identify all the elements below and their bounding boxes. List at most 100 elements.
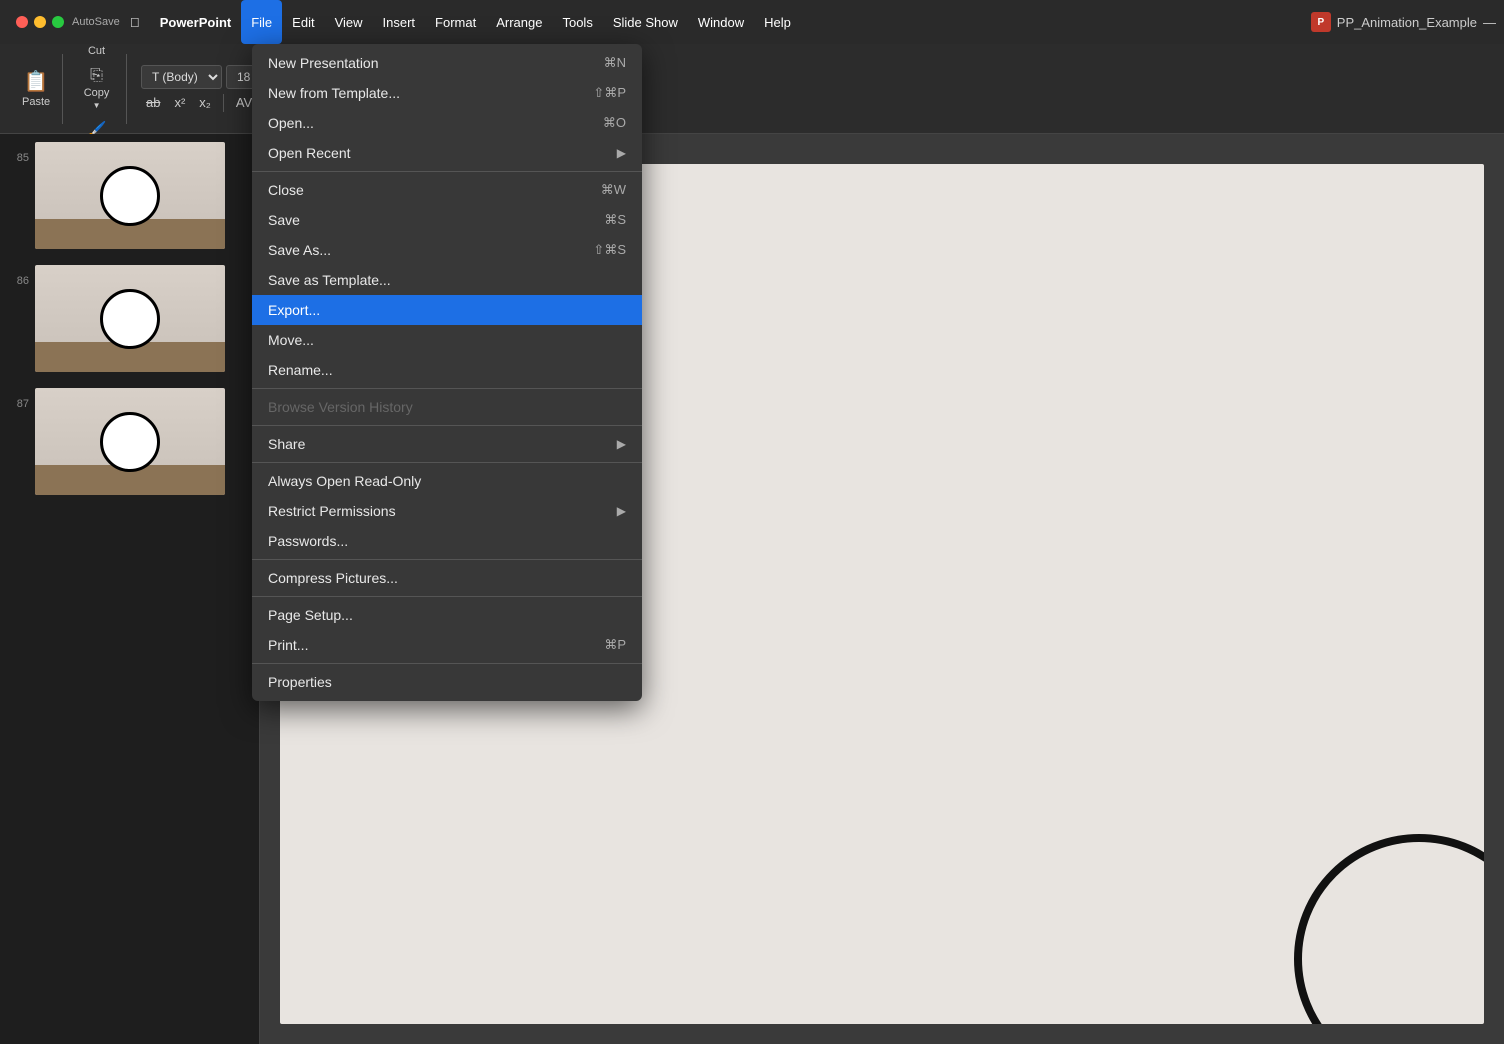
menu-item-page-setup[interactable]: Page Setup... [252, 600, 642, 630]
slide-circle-86 [100, 289, 160, 349]
slide-item-87[interactable]: 87 [0, 380, 259, 503]
canvas-circle [1294, 834, 1484, 1024]
slide-thumb-inner-86 [35, 265, 225, 372]
menu-item-new-presentation-shortcut: ⌘N [604, 55, 626, 71]
close-button[interactable] [16, 16, 28, 28]
paste-button[interactable]: 📋 Paste [16, 65, 56, 112]
menubar-item-arrange[interactable]: Arrange [486, 0, 552, 44]
menu-item-properties[interactable]: Properties [252, 667, 642, 697]
apple-menu[interactable]:  [120, 0, 150, 44]
menu-separator-2 [252, 388, 642, 389]
menu-item-export-label: Export... [268, 302, 320, 318]
menu-item-move-label: Move... [268, 332, 314, 348]
copy-dropdown-icon: ▼ [93, 101, 101, 110]
slide-thumb-inner-87 [35, 388, 225, 495]
menu-separator-5 [252, 559, 642, 560]
toolbar-paste-section: 📋 Paste [10, 54, 63, 124]
menu-item-browse-version-history: Browse Version History [252, 392, 642, 422]
menu-item-save-as-template-label: Save as Template... [268, 272, 391, 288]
copy-button[interactable]: ⎘ Copy ▼ [78, 63, 116, 114]
slide-number-86: 86 [4, 265, 29, 287]
menu-item-new-from-template-shortcut: ⇧⌘P [593, 85, 626, 101]
menu-item-move[interactable]: Move... [252, 325, 642, 355]
menu-item-open-recent[interactable]: Open Recent ▶ [252, 138, 642, 168]
menu-separator-7 [252, 663, 642, 664]
doc-title-text: PP_Animation_Example [1337, 15, 1477, 30]
paste-icon: 📋 [24, 69, 49, 94]
menu-item-close[interactable]: Close ⌘W [252, 175, 642, 205]
file-menu: New Presentation ⌘N New from Template...… [252, 44, 642, 701]
toolbar-clipboard-section: ✂️ Cut ⎘ Copy ▼ 🖌️ Format [67, 54, 127, 124]
menu-item-new-from-template[interactable]: New from Template... ⇧⌘P [252, 78, 642, 108]
minimize-button[interactable] [34, 16, 46, 28]
menubar: AutoSave  PowerPoint File Edit View Ins… [0, 0, 1504, 44]
menubar-item-format[interactable]: Format [425, 0, 486, 44]
menu-item-restrict-permissions-label: Restrict Permissions [268, 503, 396, 519]
menu-item-compress-pictures[interactable]: Compress Pictures... [252, 563, 642, 593]
slide-thumb-86 [35, 265, 225, 372]
menu-item-save[interactable]: Save ⌘S [252, 205, 642, 235]
menubar-item-powerpoint[interactable]: PowerPoint [150, 0, 242, 44]
fmt-divider-3 [223, 94, 224, 112]
menu-item-print[interactable]: Print... ⌘P [252, 630, 642, 660]
menubar-item-file[interactable]: File [241, 0, 282, 44]
menu-separator-3 [252, 425, 642, 426]
menu-item-new-presentation[interactable]: New Presentation ⌘N [252, 48, 642, 78]
traffic-lights [8, 16, 72, 28]
menubar-item-slideshow[interactable]: Slide Show [603, 0, 688, 44]
menu-item-export[interactable]: Export... [252, 295, 642, 325]
menu-separator-1 [252, 171, 642, 172]
submenu-arrow-restrict: ▶ [617, 504, 626, 518]
menu-item-always-open-read-only[interactable]: Always Open Read-Only [252, 466, 642, 496]
menu-item-share[interactable]: Share ▶ [252, 429, 642, 459]
menu-item-close-shortcut: ⌘W [601, 182, 626, 198]
slide-number-85: 85 [4, 142, 29, 164]
menubar-item-tools[interactable]: Tools [552, 0, 602, 44]
menubar-item-view[interactable]: View [325, 0, 373, 44]
toolbar: 📋 Paste ✂️ Cut ⎘ Copy ▼ 🖌️ Format T (Bod… [0, 44, 1504, 134]
menubar-item-help[interactable]: Help [754, 0, 801, 44]
menu-item-always-open-read-only-label: Always Open Read-Only [268, 473, 421, 489]
slide-item-85[interactable]: 85 [0, 134, 259, 257]
menu-item-new-from-template-label: New from Template... [268, 85, 400, 101]
font-family-select[interactable]: T (Body) [141, 65, 222, 89]
menu-separator-6 [252, 596, 642, 597]
slide-circle-85 [100, 166, 160, 226]
menu-separator-4 [252, 462, 642, 463]
slide-thumb-85 [35, 142, 225, 249]
copy-label: Copy [84, 87, 110, 99]
menu-item-share-label: Share [268, 436, 305, 452]
menu-item-open-recent-label: Open Recent [268, 145, 351, 161]
menu-item-open-label: Open... [268, 115, 314, 131]
slide-thumb-87 [35, 388, 225, 495]
menu-item-open[interactable]: Open... ⌘O [252, 108, 642, 138]
ppt-icon: P [1311, 12, 1331, 32]
menu-item-restrict-permissions[interactable]: Restrict Permissions ▶ [252, 496, 642, 526]
slide-panel: 85 86 87 [0, 134, 260, 1044]
slide-item-86[interactable]: 86 [0, 257, 259, 380]
menu-item-rename[interactable]: Rename... [252, 355, 642, 385]
content-area: 85 86 87 [0, 134, 1504, 1044]
slide-thumb-inner-85 [35, 142, 225, 249]
doc-title: P PP_Animation_Example — [1311, 12, 1496, 32]
menubar-item-edit[interactable]: Edit [282, 0, 324, 44]
menu-item-save-as-label: Save As... [268, 242, 331, 258]
autosave-label: AutoSave [72, 16, 120, 28]
strikethrough-button[interactable]: ab [141, 93, 165, 112]
menu-item-close-label: Close [268, 182, 304, 198]
paste-label: Paste [22, 96, 50, 108]
menubar-item-insert[interactable]: Insert [373, 0, 426, 44]
menu-item-passwords[interactable]: Passwords... [252, 526, 642, 556]
superscript-button[interactable]: x² [169, 93, 190, 112]
menu-item-save-as-template[interactable]: Save as Template... [252, 265, 642, 295]
menu-item-browse-version-history-label: Browse Version History [268, 399, 413, 415]
submenu-arrow-open-recent: ▶ [617, 146, 626, 160]
menu-item-save-as[interactable]: Save As... ⇧⌘S [252, 235, 642, 265]
menubar-right: P PP_Animation_Example — [1311, 12, 1496, 32]
menubar-item-window[interactable]: Window [688, 0, 754, 44]
menu-item-print-label: Print... [268, 637, 308, 653]
doc-title-dash: — [1483, 15, 1496, 30]
submenu-arrow-share: ▶ [617, 437, 626, 451]
subscript-button[interactable]: x₂ [194, 93, 216, 112]
maximize-button[interactable] [52, 16, 64, 28]
